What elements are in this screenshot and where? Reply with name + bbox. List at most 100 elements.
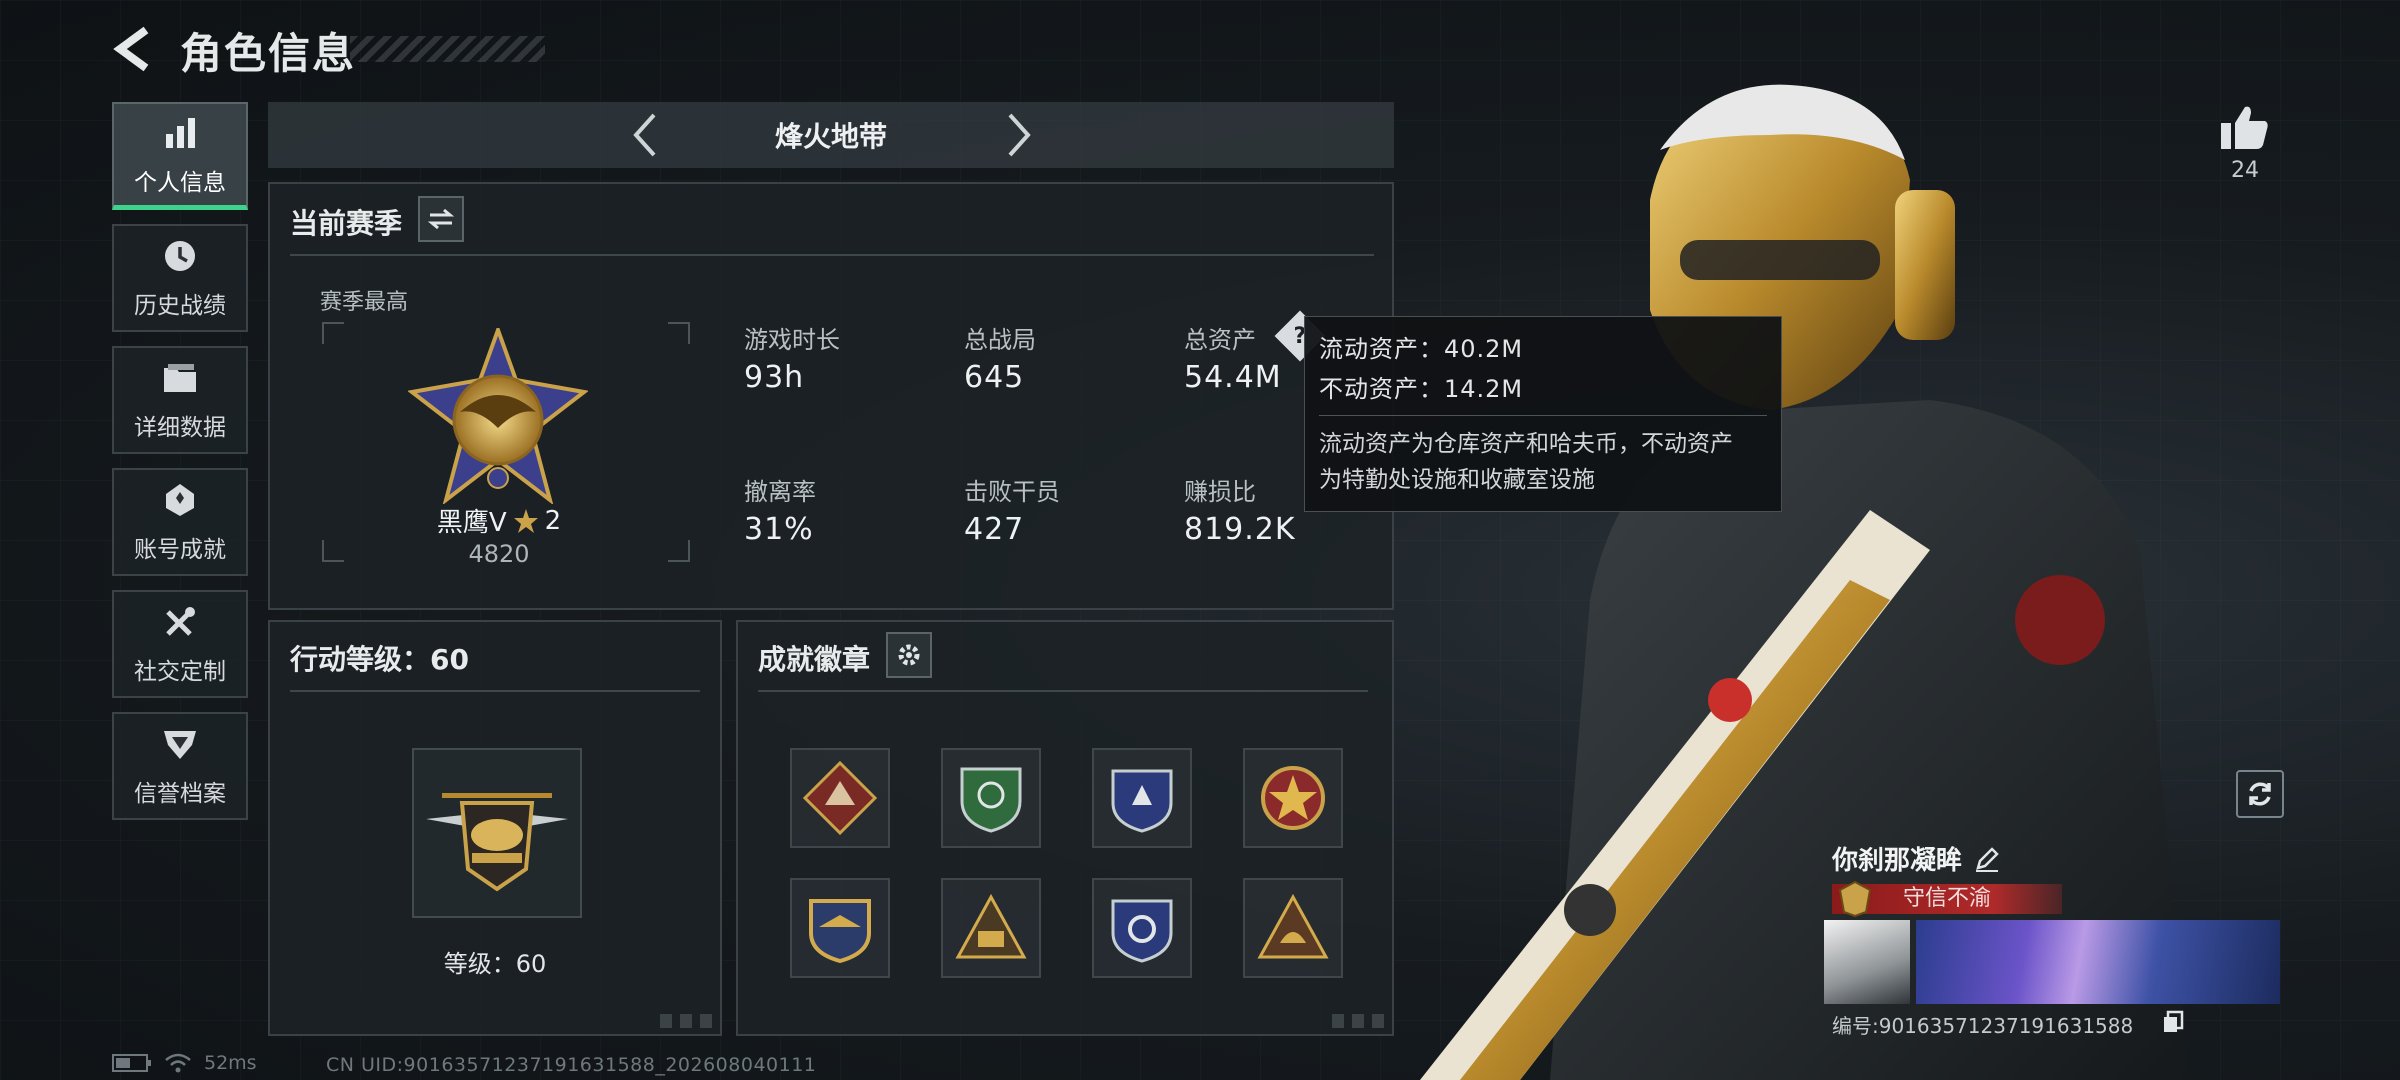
level-label: 等级：60 (443, 950, 547, 978)
action-level-title: 行动等级：60 (290, 643, 469, 676)
like-count: 24 (2231, 158, 2259, 183)
badge-slot-gold-wing[interactable] (790, 878, 890, 978)
frame-corner (668, 540, 690, 562)
rank-name: 黑鹰V (436, 508, 507, 538)
gold-wing-badge-icon (809, 899, 871, 964)
badge-settings-button[interactable] (886, 632, 932, 678)
gear-icon (898, 644, 920, 666)
wolf-badge-icon (803, 761, 877, 835)
uid-text: CN UID:9016357123719163158​8_20260804011… (326, 1054, 817, 1076)
divider (290, 690, 700, 692)
frame-corner (322, 322, 344, 344)
refresh-button[interactable] (2236, 770, 2284, 818)
gold-triangle-team-badge-icon (955, 893, 1027, 959)
stat-value-extraction-rate: 31% (744, 512, 814, 547)
frame-corner (322, 540, 344, 562)
badge-slot-green-shield[interactable] (941, 748, 1041, 848)
stat-label-profit-ratio: 赚损比 (1184, 478, 1256, 506)
history-clock-icon (160, 236, 200, 276)
honor-title: 守信不渝 (1902, 886, 1991, 911)
helicopter-emblem-icon (426, 793, 568, 892)
frame-corner (668, 322, 690, 344)
sidebar-item-label: 社交定制 (134, 659, 226, 685)
badge-slot-red-star[interactable] (1243, 748, 1343, 848)
sidebar-item-label: 账号成就 (134, 537, 226, 563)
avatar[interactable] (1824, 920, 1910, 1004)
tooltip-liquid-assets: 流动资产：40.2M (1319, 335, 1524, 363)
divider (290, 254, 1374, 256)
season-title: 当前赛季 (290, 207, 403, 240)
gold-triangle-helmet-badge-icon (1257, 893, 1329, 959)
season-best-label: 赛季最高 (320, 290, 409, 315)
thumbs-up-icon (2221, 106, 2268, 149)
badge-slot-blue-knot[interactable] (1092, 878, 1192, 978)
mode-title: 烽火地带 (774, 120, 887, 153)
stat-label-matches: 总战局 (964, 326, 1036, 354)
tools-icon (160, 602, 200, 642)
achievements-panel: 成就徽章 (736, 620, 1394, 1036)
honor-title-bar: 守信不渝 (1832, 880, 2062, 918)
back-button[interactable] (110, 24, 154, 74)
battery-icon (112, 1054, 151, 1072)
tooltip-desc-line2: 为特勤处设施和收藏室设施 (1319, 467, 1595, 493)
like-button[interactable] (2210, 92, 2280, 162)
page-title: 角色信息 (180, 29, 357, 78)
green-shield-badge-icon (960, 767, 1022, 833)
stat-label-assets: 总资产 (1184, 326, 1256, 354)
profile-banner[interactable] (1916, 920, 2280, 1004)
player-name-row: 你刹那凝眸 (1832, 840, 2000, 877)
folder-icon (160, 358, 200, 398)
stat-value-profit-ratio: 819.2K (1184, 512, 1296, 547)
chevron-right-icon (1008, 113, 1031, 157)
badge-slot-gold-triangle-team[interactable] (941, 878, 1041, 978)
stat-value-playtime: 93h (744, 360, 805, 395)
blue-star-shield-badge-icon (1111, 769, 1173, 833)
edit-icon[interactable] (1974, 846, 2000, 872)
assets-tooltip: 流动资产：40.2M 不动资产：14.2M 流动资产为仓库资产和哈夫币，不动资产… (1304, 316, 1782, 512)
sidebar-item-history[interactable]: 历史战绩 (112, 224, 248, 332)
sidebar-item-label: 信誉档案 (134, 781, 226, 807)
stat-value-kills: 427 (964, 512, 1025, 547)
sidebar-item-details[interactable]: 详细数据 (112, 346, 248, 454)
next-mode-button[interactable] (994, 110, 1044, 160)
player-card: 你刹那凝眸 守信不渝 编号:9016357123719163158​8 (1822, 838, 2282, 1048)
stat-value-matches: 645 (964, 360, 1025, 395)
tooltip-desc-line1: 流动资产为仓库资产和哈夫币，不动资产 (1319, 431, 1733, 457)
badge-slot-wolf[interactable] (790, 748, 890, 848)
title-decoration (350, 36, 545, 62)
stat-label-playtime: 游戏时长 (744, 326, 840, 354)
panel-corner-decoration (660, 1014, 714, 1028)
swap-icon (428, 208, 454, 230)
season-panel: 当前赛季 赛季最高 黑鹰V 2 4820 游戏时长 93h 总战局 645 总资… (268, 182, 1394, 610)
copy-icon[interactable] (2162, 1010, 2184, 1034)
stat-label-kills: 击败干员 (964, 478, 1060, 506)
sidebar-item-social[interactable]: 社交定制 (112, 590, 248, 698)
tooltip-divider (1319, 415, 1767, 416)
prev-mode-button[interactable] (620, 110, 670, 160)
back-arrow-icon (113, 26, 149, 72)
badge-slot-blue-star[interactable] (1092, 748, 1192, 848)
stat-label-extraction-rate: 撤离率 (744, 478, 816, 506)
achievements-title: 成就徽章 (758, 643, 871, 676)
sidebar-item-label: 详细数据 (134, 415, 226, 441)
sidebar-item-personal-info[interactable]: 个人信息 (112, 102, 248, 210)
ping-value: 52ms (204, 1052, 257, 1074)
badge-slot-gold-triangle-helmet[interactable] (1243, 878, 1343, 978)
rank-name-row: 黑鹰V 2 (424, 502, 574, 539)
status-bar: 52ms (112, 1052, 257, 1074)
star-icon (513, 508, 538, 533)
refresh-icon (2249, 782, 2271, 806)
chevron-left-icon (633, 113, 656, 157)
sidebar-item-achievements[interactable]: 账号成就 (112, 468, 248, 576)
rank-stars: 2 (544, 505, 562, 536)
bar-chart-icon (160, 113, 200, 153)
sidebar-item-reputation[interactable]: 信誉档案 (112, 712, 248, 820)
sidebar-item-label: 历史战绩 (134, 293, 226, 319)
switch-season-button[interactable] (418, 196, 464, 242)
rank-emblem-icon (408, 328, 588, 504)
player-name: 你刹那凝眸 (1832, 846, 1963, 876)
shield-badge-icon (160, 724, 200, 764)
rank-score: 4820 (468, 540, 530, 568)
tooltip-fixed-assets: 不动资产：14.2M (1319, 375, 1524, 403)
blue-knot-shield-badge-icon (1111, 899, 1173, 963)
